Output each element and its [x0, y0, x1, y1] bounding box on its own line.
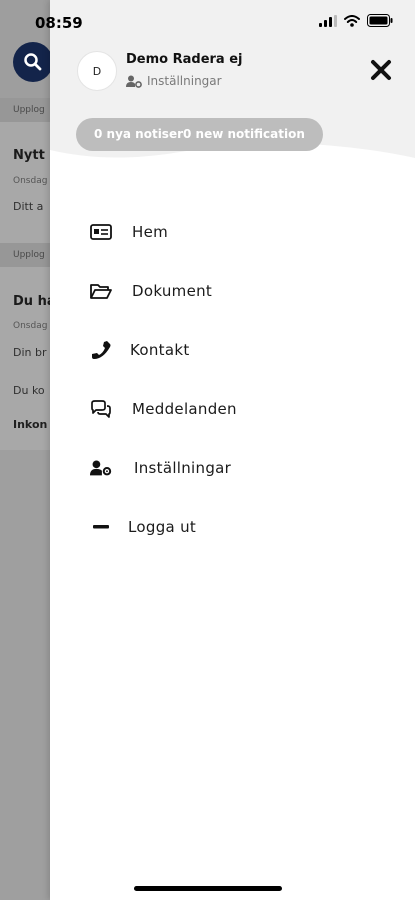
search-button — [13, 42, 53, 82]
background-card-text: Du ko — [13, 384, 45, 397]
status-time: 08:59 — [35, 14, 83, 32]
menu-item-kontakt[interactable]: Kontakt — [90, 335, 190, 365]
menu-item-label: Hem — [132, 223, 169, 241]
status-icons — [319, 14, 393, 27]
background-card-title: Nytt — [13, 148, 45, 163]
chat-bubbles-icon — [90, 398, 112, 420]
settings-link[interactable]: Inställningar — [126, 74, 222, 88]
user-name: Demo Radera ej — [126, 52, 243, 67]
menu-item-label: Kontakt — [130, 341, 190, 359]
background-card-text: Din br — [13, 346, 47, 359]
navigation-drawer: D Demo Radera ej Inställningar 0 nya not… — [50, 0, 415, 900]
home-indicator — [134, 886, 282, 891]
minus-icon — [90, 516, 112, 538]
avatar[interactable]: D — [77, 51, 117, 91]
menu-item-logga-ut[interactable]: Logga ut — [90, 512, 196, 542]
menu-item-installningar[interactable]: Inställningar — [90, 453, 231, 483]
close-button[interactable] — [369, 58, 393, 82]
user-settings-icon — [90, 457, 112, 479]
background-card-text: Ditt a — [13, 200, 44, 213]
user-settings-icon — [126, 75, 142, 88]
notification-pill[interactable]: 0 nya notiser0 new notification — [76, 118, 323, 151]
menu-item-label: Inställningar — [134, 459, 232, 477]
id-card-icon — [90, 221, 112, 243]
search-icon — [24, 53, 42, 71]
settings-link-label: Inställningar — [147, 74, 222, 88]
background-card-bold-text: Inkon — [13, 418, 48, 431]
menu-item-dokument[interactable]: Dokument — [90, 276, 212, 306]
signal-icon — [319, 14, 337, 27]
menu-item-label: Dokument — [132, 282, 213, 300]
menu-item-label: Meddelanden — [132, 400, 237, 418]
phone-icon — [90, 339, 112, 361]
menu-item-hem[interactable]: Hem — [90, 217, 168, 247]
background-card-meta: Onsdag — [13, 176, 48, 186]
folder-open-icon — [90, 280, 112, 302]
menu-item-label: Logga ut — [128, 518, 197, 536]
close-icon — [371, 60, 391, 80]
battery-icon — [367, 14, 393, 27]
background-card-meta: Onsdag — [13, 321, 48, 331]
wifi-icon — [344, 14, 360, 27]
menu-item-meddelanden[interactable]: Meddelanden — [90, 394, 237, 424]
